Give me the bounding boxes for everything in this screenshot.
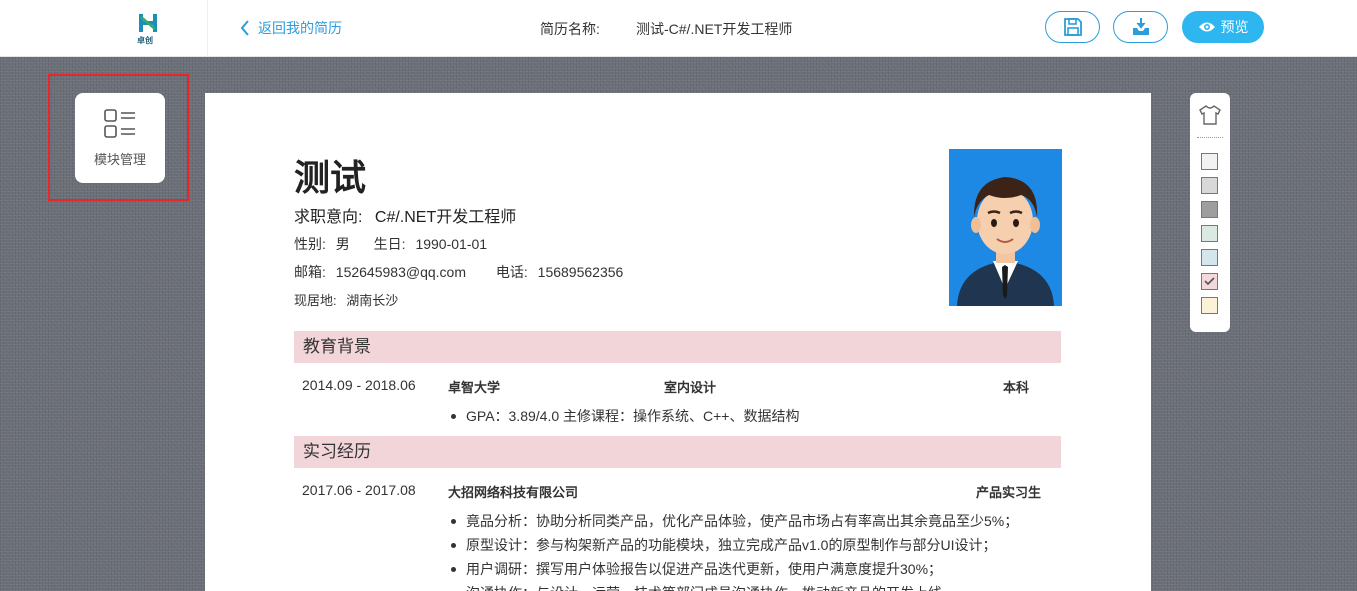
list-item: 用户调研：撰写用户体验报告以促进产品迭代更新，使用户满意度提升30%；: [448, 559, 1018, 583]
color-swatch[interactable]: [1201, 201, 1218, 218]
section-education-title[interactable]: 教育背景: [294, 331, 1061, 363]
resume-name-label: 简历名称:: [540, 21, 600, 37]
internship-details[interactable]: 竟品分析：协助分析同类产品，优化产品体验，使产品市场占有率高出其余竟品至少5%；…: [448, 511, 1018, 591]
phone-value: 15689562356: [537, 264, 624, 280]
chevron-left-icon: [240, 20, 249, 36]
save-icon: [1063, 18, 1082, 36]
personal-info-row-2[interactable]: 邮箱: 152645983@qq.com 电话: 15689562356: [294, 262, 623, 282]
logo-text: 卓创: [137, 36, 153, 45]
color-swatch[interactable]: [1201, 273, 1218, 290]
module-management-button[interactable]: 模块管理: [75, 93, 165, 183]
birthday-value: 1990-01-01: [415, 236, 488, 252]
resume-name-value[interactable]: 测试-C#/.NET开发工程师: [636, 19, 792, 39]
list-item: 竟品分析：协助分析同类产品，优化产品体验，使产品市场占有率高出其余竟品至少5%；: [448, 511, 1018, 535]
resume-paper[interactable]: 测试 求职意向: C#/.NET开发工程师 性别: 男 生日: 1990-01-…: [205, 93, 1151, 591]
gender-label: 性别:: [294, 236, 326, 252]
avatar-icon: [949, 149, 1062, 306]
personal-info-row-3[interactable]: 现居地: 湖南长沙: [294, 290, 398, 309]
internship-company: 大招网络科技有限公司: [448, 485, 579, 500]
profile-photo[interactable]: [949, 149, 1062, 306]
color-swatch[interactable]: [1201, 225, 1218, 242]
job-intent[interactable]: 求职意向: C#/.NET开发工程师: [294, 203, 516, 227]
list-item: 原型设计：参与构架新产品的功能模块，独立完成产品v1.0的原型制作与部分UI设计…: [448, 535, 1018, 559]
section-internship-title[interactable]: 实习经历: [294, 436, 1061, 468]
job-intent-label: 求职意向:: [294, 209, 363, 226]
education-degree: 本科: [1003, 380, 1030, 395]
internship-role: 产品实习生: [976, 485, 1042, 500]
module-list-icon: [104, 108, 135, 138]
module-management-label: 模块管理: [93, 151, 146, 167]
top-header: 卓创 返回我的简历 简历名称: 测试-C#/.NET开发工程师 预览: [0, 0, 1357, 57]
save-button[interactable]: [1045, 11, 1100, 43]
education-period: 2014.09 - 2018.06: [302, 377, 416, 393]
residence-label: 现居地:: [294, 293, 337, 308]
eye-icon: [1198, 22, 1215, 32]
resume-name[interactable]: 测试: [294, 149, 366, 201]
download-button[interactable]: [1113, 11, 1168, 43]
phone-label: 电话:: [495, 264, 528, 280]
tshirt-icon[interactable]: [1199, 105, 1221, 125]
personal-info-row-1[interactable]: 性别: 男 生日: 1990-01-01: [294, 234, 487, 254]
back-link-label: 返回我的简历: [258, 20, 342, 36]
education-details[interactable]: GPA：3.89/4.0 主修课程：操作系统、C++、数据结构: [448, 406, 799, 430]
color-swatch[interactable]: [1201, 177, 1218, 194]
logo-area: 卓创: [0, 0, 208, 57]
education-school: 卓智大学: [448, 380, 501, 395]
internship-period: 2017.06 - 2017.08: [302, 482, 416, 498]
residence-value: 湖南长沙: [346, 293, 399, 308]
list-item: 沟通协作：与设计、运营、技术等部门成员沟通协作，推动新产品的开发上线。: [448, 583, 1018, 591]
education-major: 室内设计: [664, 380, 717, 395]
gender-value: 男: [335, 236, 350, 252]
birthday-label: 生日:: [373, 236, 406, 252]
check-icon: [1204, 277, 1215, 286]
list-item: GPA：3.89/4.0 主修课程：操作系统、C++、数据结构: [448, 406, 799, 430]
palette-divider: [1197, 137, 1223, 138]
theme-color-palette: [1190, 93, 1230, 332]
email-label: 邮箱:: [294, 264, 326, 280]
preview-button[interactable]: 预览: [1182, 11, 1264, 43]
preview-label: 预览: [1220, 19, 1249, 35]
download-icon: [1132, 18, 1149, 35]
job-intent-value: C#/.NET开发工程师: [374, 209, 517, 226]
email-value: 152645983@qq.com: [335, 264, 466, 280]
back-to-my-resumes-link[interactable]: 返回我的简历: [240, 16, 342, 40]
color-swatch[interactable]: [1201, 249, 1218, 266]
color-swatch[interactable]: [1201, 153, 1218, 170]
color-swatch[interactable]: [1201, 297, 1218, 314]
